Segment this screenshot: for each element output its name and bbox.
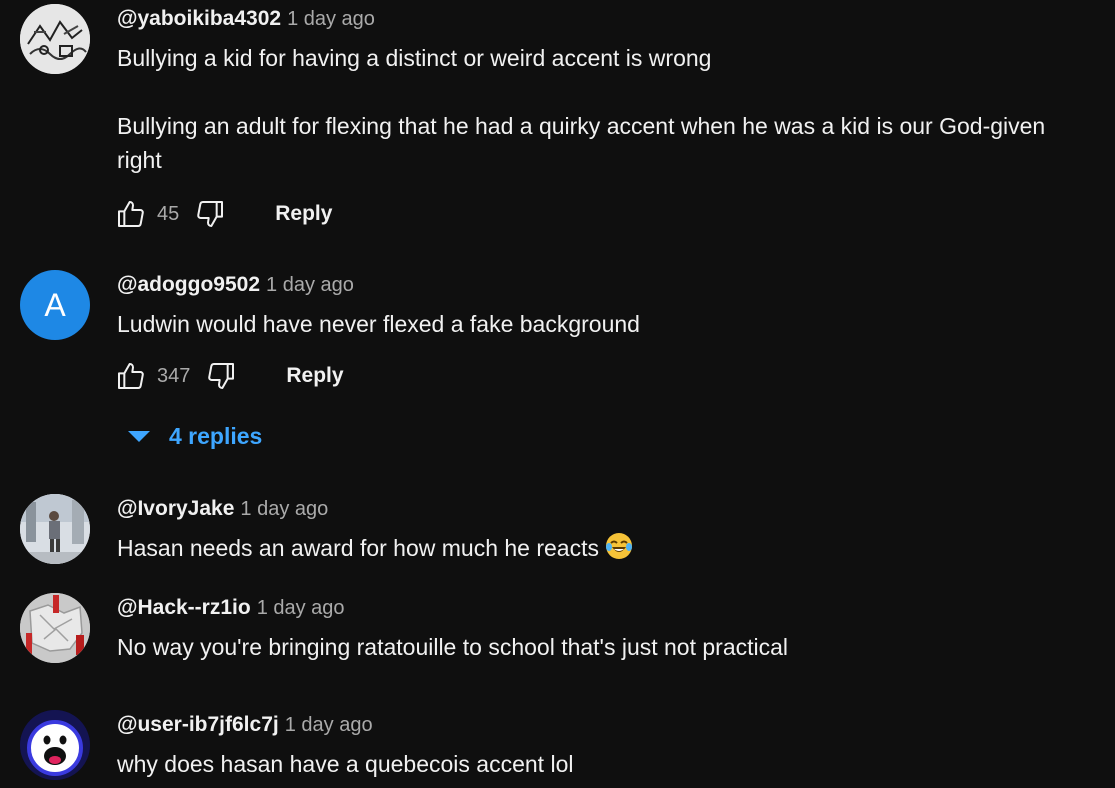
like-button[interactable] [114,197,148,231]
comment-paragraph: Bullying a kid for having a distinct or … [117,45,712,71]
reply-button[interactable]: Reply [275,202,332,226]
thumbs-down-icon [197,201,224,227]
like-count: 347 [157,364,191,387]
dislike-button[interactable] [204,359,238,393]
comment-text: Bullying a kid for having a distinct or … [117,41,1095,177]
avatar[interactable] [20,593,90,663]
dislike-button[interactable] [193,197,227,231]
thumbs-up-icon [118,201,144,227]
comment-paragraph: Hasan needs an award for how much he rea… [117,535,599,561]
replies-count-label: 4 replies [169,422,263,449]
caret-down-icon [128,430,150,442]
view-replies-button[interactable]: 4 replies [128,420,262,452]
comment-timestamp[interactable]: 1 day ago [287,8,375,30]
avatar[interactable] [20,710,90,780]
comment-text: No way you're bringing ratatouille to sc… [117,630,1095,664]
comment-author[interactable]: @yaboikiba4302 [117,7,281,30]
comment-paragraph: No way you're bringing ratatouille to sc… [117,634,789,660]
thumbs-up-icon [118,363,144,389]
comment-text: Ludwin would have never flexed a fake ba… [117,307,1095,341]
like-button[interactable] [114,359,148,393]
comment-paragraph: why does hasan have a quebecois accent l… [117,751,574,777]
comment-text: why does hasan have a quebecois accent l… [117,747,1095,781]
laughing-tears-emoji-icon [606,533,632,559]
avatar[interactable]: A [20,270,90,340]
avatar[interactable] [20,4,90,74]
comment-author[interactable]: @IvoryJake [117,497,234,520]
ghost-avatar-icon [20,710,90,780]
comment-timestamp[interactable]: 1 day ago [240,498,328,520]
comment-author[interactable]: @user-ib7jf6lc7j [117,713,279,736]
comment-paragraph: Ludwin would have never flexed a fake ba… [117,311,640,337]
like-count: 45 [157,202,180,225]
comment-author[interactable]: @adoggo9502 [117,273,260,296]
comment-timestamp[interactable]: 1 day ago [257,597,345,619]
avatar-letter: A [44,286,66,323]
thumbs-down-icon [208,363,235,389]
reply-button[interactable]: Reply [286,364,343,388]
comment-timestamp[interactable]: 1 day ago [285,714,373,736]
crumpled-paper-avatar-icon [20,593,90,663]
comment-timestamp[interactable]: 1 day ago [266,274,354,296]
comment-paragraph: Bullying an adult for flexing that he ha… [117,113,1046,173]
photo-avatar-icon [20,494,90,564]
avatar[interactable] [20,494,90,564]
comment-author[interactable]: @Hack--rz1io [117,596,251,619]
comment-text: Hasan needs an award for how much he rea… [117,531,1095,565]
sketch-avatar-icon [20,4,90,74]
